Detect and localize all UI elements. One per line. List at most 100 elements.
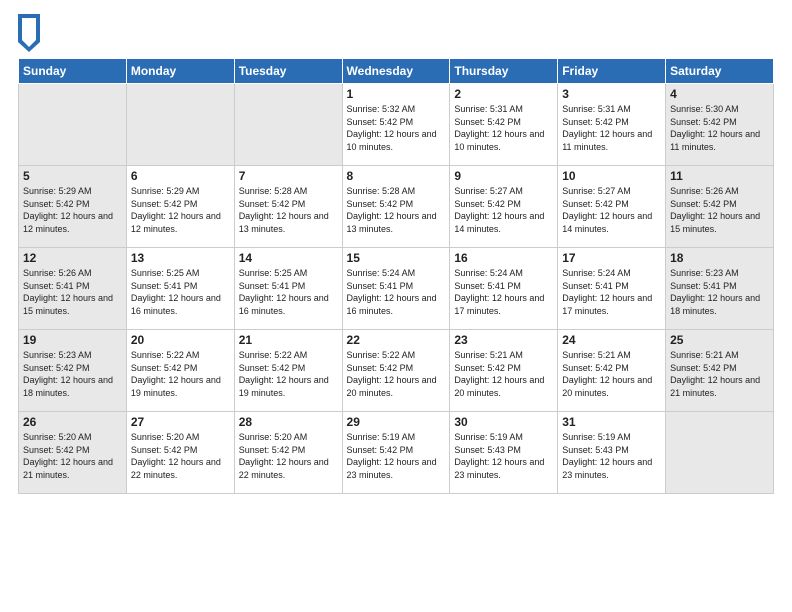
day-number: 30	[454, 415, 553, 429]
day-number: 21	[239, 333, 338, 347]
weekday-header-sunday: Sunday	[19, 59, 127, 84]
day-cell: 21 Sunrise: 5:22 AM Sunset: 5:42 PM Dayli…	[234, 330, 342, 412]
day-info: Sunrise: 5:19 AM Sunset: 5:42 PM Dayligh…	[347, 431, 446, 481]
day-info: Sunrise: 5:19 AM Sunset: 5:43 PM Dayligh…	[562, 431, 661, 481]
day-number: 6	[131, 169, 230, 183]
day-info: Sunrise: 5:20 AM Sunset: 5:42 PM Dayligh…	[131, 431, 230, 481]
day-number: 12	[23, 251, 122, 265]
weekday-header-monday: Monday	[126, 59, 234, 84]
day-cell: 23Sunrise: 5:21 AM Sunset: 5:42 PM Dayli…	[450, 330, 558, 412]
day-number: 7	[239, 169, 338, 183]
day-number: 4	[670, 87, 769, 101]
day-cell: 22Sunrise: 5:22 AM Sunset: 5:42 PM Dayli…	[342, 330, 450, 412]
day-cell: 27 Sunrise: 5:20 AM Sunset: 5:42 PM Dayli…	[126, 412, 234, 494]
day-number: 22	[347, 333, 446, 347]
day-number: 16	[454, 251, 553, 265]
day-cell: 17 Sunrise: 5:24 AM Sunset: 5:41 PM Dayli…	[558, 248, 666, 330]
day-number: 29	[347, 415, 446, 429]
logo-icon	[18, 14, 40, 52]
day-cell: 12 Sunrise: 5:26 AM Sunset: 5:41 PM Dayli…	[19, 248, 127, 330]
day-number: 28	[239, 415, 338, 429]
week-row-3: 12 Sunrise: 5:26 AM Sunset: 5:41 PM Dayli…	[19, 248, 774, 330]
day-number: 31	[562, 415, 661, 429]
day-cell: 11 Sunrise: 5:26 AM Sunset: 5:42 PM Dayli…	[666, 166, 774, 248]
day-cell: 18 Sunrise: 5:23 AM Sunset: 5:41 PM Dayli…	[666, 248, 774, 330]
day-number: 19	[23, 333, 122, 347]
logo	[18, 14, 44, 52]
day-info: Sunrise: 5:26 AM Sunset: 5:41 PM Dayligh…	[23, 267, 122, 317]
day-cell	[126, 84, 234, 166]
week-row-4: 19 Sunrise: 5:23 AM Sunset: 5:42 PM Dayli…	[19, 330, 774, 412]
weekday-header-friday: Friday	[558, 59, 666, 84]
day-info: Sunrise: 5:29 AM Sunset: 5:42 PM Dayligh…	[23, 185, 122, 235]
day-info: Sunrise: 5:28 AM Sunset: 5:42 PM Dayligh…	[239, 185, 338, 235]
day-cell: 14 Sunrise: 5:25 AM Sunset: 5:41 PM Dayli…	[234, 248, 342, 330]
week-row-1: 1 Sunrise: 5:32 AM Sunset: 5:42 PM Daylig…	[19, 84, 774, 166]
week-row-2: 5Sunrise: 5:29 AM Sunset: 5:42 PM Daylig…	[19, 166, 774, 248]
day-info: Sunrise: 5:19 AM Sunset: 5:43 PM Dayligh…	[454, 431, 553, 481]
day-number: 14	[239, 251, 338, 265]
day-info: Sunrise: 5:21 AM Sunset: 5:42 PM Dayligh…	[562, 349, 661, 399]
week-row-5: 26 Sunrise: 5:20 AM Sunset: 5:42 PM Dayli…	[19, 412, 774, 494]
calendar: SundayMondayTuesdayWednesdayThursdayFrid…	[18, 58, 774, 494]
day-number: 13	[131, 251, 230, 265]
day-cell: 26Sunrise: 5:20 AM Sunset: 5:42 PM Dayli…	[19, 412, 127, 494]
day-cell: 15Sunrise: 5:24 AM Sunset: 5:41 PM Dayli…	[342, 248, 450, 330]
day-info: Sunrise: 5:25 AM Sunset: 5:41 PM Dayligh…	[239, 267, 338, 317]
day-info: Sunrise: 5:29 AM Sunset: 5:42 PM Dayligh…	[131, 185, 230, 235]
day-cell: 28 Sunrise: 5:20 AM Sunset: 5:42 PM Dayli…	[234, 412, 342, 494]
weekday-header-wednesday: Wednesday	[342, 59, 450, 84]
weekday-header-row: SundayMondayTuesdayWednesdayThursdayFrid…	[19, 59, 774, 84]
day-cell: 29 Sunrise: 5:19 AM Sunset: 5:42 PM Dayli…	[342, 412, 450, 494]
day-number: 15	[347, 251, 446, 265]
day-cell: 4 Sunrise: 5:30 AM Sunset: 5:42 PM Daylig…	[666, 84, 774, 166]
day-cell: 13 Sunrise: 5:25 AM Sunset: 5:41 PM Dayli…	[126, 248, 234, 330]
day-number: 27	[131, 415, 230, 429]
day-info: Sunrise: 5:27 AM Sunset: 5:42 PM Dayligh…	[562, 185, 661, 235]
day-info: Sunrise: 5:31 AM Sunset: 5:42 PM Dayligh…	[454, 103, 553, 153]
day-cell	[666, 412, 774, 494]
day-info: Sunrise: 5:22 AM Sunset: 5:42 PM Dayligh…	[239, 349, 338, 399]
day-cell	[234, 84, 342, 166]
day-cell: 30 Sunrise: 5:19 AM Sunset: 5:43 PM Dayli…	[450, 412, 558, 494]
day-cell: 8 Sunrise: 5:28 AM Sunset: 5:42 PM Daylig…	[342, 166, 450, 248]
day-cell: 3 Sunrise: 5:31 AM Sunset: 5:42 PM Daylig…	[558, 84, 666, 166]
day-info: Sunrise: 5:23 AM Sunset: 5:41 PM Dayligh…	[670, 267, 769, 317]
day-info: Sunrise: 5:23 AM Sunset: 5:42 PM Dayligh…	[23, 349, 122, 399]
day-number: 11	[670, 169, 769, 183]
day-number: 1	[347, 87, 446, 101]
day-info: Sunrise: 5:26 AM Sunset: 5:42 PM Dayligh…	[670, 185, 769, 235]
day-info: Sunrise: 5:31 AM Sunset: 5:42 PM Dayligh…	[562, 103, 661, 153]
day-info: Sunrise: 5:32 AM Sunset: 5:42 PM Dayligh…	[347, 103, 446, 153]
day-number: 3	[562, 87, 661, 101]
day-info: Sunrise: 5:20 AM Sunset: 5:42 PM Dayligh…	[239, 431, 338, 481]
day-cell: 7 Sunrise: 5:28 AM Sunset: 5:42 PM Daylig…	[234, 166, 342, 248]
day-info: Sunrise: 5:25 AM Sunset: 5:41 PM Dayligh…	[131, 267, 230, 317]
day-number: 26	[23, 415, 122, 429]
day-cell: 1 Sunrise: 5:32 AM Sunset: 5:42 PM Daylig…	[342, 84, 450, 166]
weekday-header-saturday: Saturday	[666, 59, 774, 84]
day-cell: 24 Sunrise: 5:21 AM Sunset: 5:42 PM Dayli…	[558, 330, 666, 412]
day-info: Sunrise: 5:27 AM Sunset: 5:42 PM Dayligh…	[454, 185, 553, 235]
weekday-header-tuesday: Tuesday	[234, 59, 342, 84]
page: SundayMondayTuesdayWednesdayThursdayFrid…	[0, 0, 792, 612]
day-number: 2	[454, 87, 553, 101]
day-cell: 6 Sunrise: 5:29 AM Sunset: 5:42 PM Daylig…	[126, 166, 234, 248]
day-number: 17	[562, 251, 661, 265]
day-cell: 20Sunrise: 5:22 AM Sunset: 5:42 PM Dayli…	[126, 330, 234, 412]
day-info: Sunrise: 5:24 AM Sunset: 5:41 PM Dayligh…	[562, 267, 661, 317]
day-info: Sunrise: 5:30 AM Sunset: 5:42 PM Dayligh…	[670, 103, 769, 153]
day-cell: 19 Sunrise: 5:23 AM Sunset: 5:42 PM Dayli…	[19, 330, 127, 412]
day-info: Sunrise: 5:28 AM Sunset: 5:42 PM Dayligh…	[347, 185, 446, 235]
day-cell	[19, 84, 127, 166]
day-number: 10	[562, 169, 661, 183]
day-number: 23	[454, 333, 553, 347]
weekday-header-thursday: Thursday	[450, 59, 558, 84]
header	[18, 10, 774, 52]
day-number: 24	[562, 333, 661, 347]
day-info: Sunrise: 5:22 AM Sunset: 5:42 PM Dayligh…	[131, 349, 230, 399]
day-cell: 2 Sunrise: 5:31 AM Sunset: 5:42 PM Daylig…	[450, 84, 558, 166]
day-number: 8	[347, 169, 446, 183]
day-number: 18	[670, 251, 769, 265]
day-cell: 16Sunrise: 5:24 AM Sunset: 5:41 PM Dayli…	[450, 248, 558, 330]
